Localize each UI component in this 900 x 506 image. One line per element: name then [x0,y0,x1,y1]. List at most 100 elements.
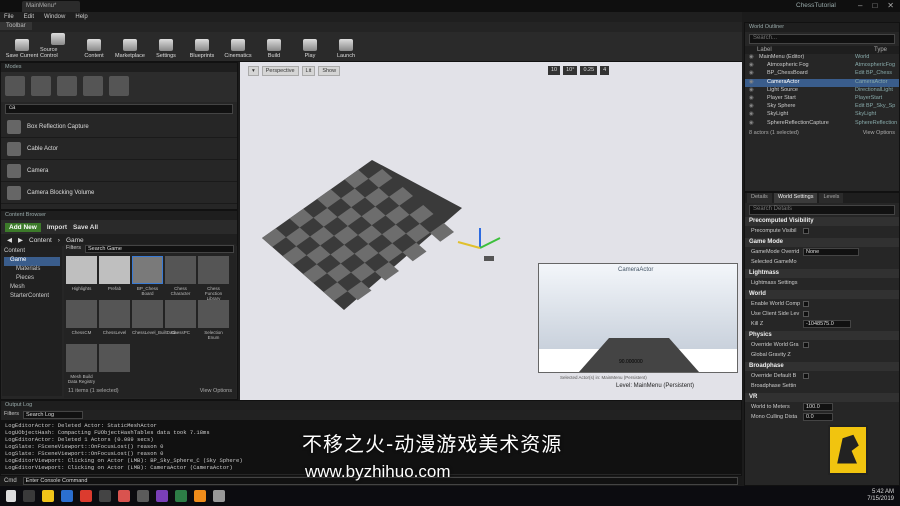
launch-button[interactable]: Launch [328,33,364,61]
add-new-button[interactable]: Add New [5,222,41,232]
precompute-checkbox[interactable] [803,228,809,234]
grid-snap-value[interactable]: 10 [548,66,561,75]
build-button[interactable]: Build [256,33,292,61]
gamemode-select[interactable]: None [803,248,859,256]
override-gravity-checkbox[interactable] [803,342,809,348]
tree-item[interactable]: Mesh [4,284,60,293]
place-mode-icon[interactable] [5,76,25,96]
asset-tile[interactable]: Highlights [66,256,97,298]
tab-output-log[interactable]: Output Log [1,401,741,410]
section-world[interactable]: World [745,290,899,299]
menu-help[interactable]: Help [75,12,87,22]
col-label[interactable]: Label [757,47,772,53]
maximize-button[interactable]: □ [872,0,877,12]
close-button[interactable]: ✕ [887,0,894,12]
outliner-row[interactable]: ◉ MainMenu (Editor) World [745,54,899,62]
tab-levels[interactable]: Levels [819,193,844,203]
visibility-eye-icon[interactable]: ◉ [749,87,759,95]
chess-board-mesh[interactable] [262,160,462,310]
place-item[interactable]: Camera Blocking Volume [1,182,237,204]
log-filters-button[interactable]: Filters [4,411,19,419]
asset-tile[interactable] [99,344,130,386]
forward-arrow-icon[interactable]: ▶ [18,236,23,244]
tab-world-settings[interactable]: World Settings [773,193,818,203]
visibility-eye-icon[interactable]: ◉ [749,120,759,128]
save-all-button[interactable]: Save All [73,224,98,231]
tree-item[interactable]: Materials [4,266,60,275]
asset-search-input[interactable]: Search Game [84,245,234,253]
outliner-view-options[interactable]: View Options [863,130,895,136]
geometry-mode-icon[interactable] [109,76,129,96]
outliner-row[interactable]: ◉ SphereReflectionCapture SphereReflection [745,120,899,128]
asset-tile[interactable]: Chess Character [165,256,196,298]
document-tab[interactable]: MainMenu* [22,1,80,12]
visibility-eye-icon[interactable]: ◉ [749,95,759,103]
log-search-input[interactable]: Search Log [22,411,83,419]
steam-icon[interactable] [99,490,111,502]
system-clock[interactable]: 5:42 AM 7/15/2019 [867,489,894,503]
visibility-eye-icon[interactable]: ◉ [749,79,759,87]
outliner-row[interactable]: ◉ Atmospheric Fog AtmosphericFog [745,62,899,70]
back-arrow-icon[interactable]: ◀ [7,236,12,244]
modes-search-input[interactable]: ca [5,104,233,114]
start-icon[interactable] [6,490,16,502]
cmd-selector[interactable]: Cmd [4,478,17,484]
landscape-mode-icon[interactable] [57,76,77,96]
asset-tile[interactable]: Prefab [99,256,130,298]
outliner-row[interactable]: ◉ Sky Sphere Edit BP_Sky_Sp [745,103,899,111]
asset-tile[interactable]: Chess Function Library [198,256,229,301]
world-composition-checkbox[interactable] [803,301,809,307]
breadcrumb-game[interactable]: Game [66,237,84,244]
chrome-icon[interactable] [80,490,92,502]
minimize-button[interactable]: – [858,0,862,12]
section-broadphase[interactable]: Broadphase [745,362,899,371]
tab-modes[interactable]: Modes [1,63,237,72]
outliner-search-input[interactable]: Search... [749,34,895,44]
property-row[interactable]: Lightmass Settings [745,278,899,288]
tree-item[interactable]: Content [4,248,60,257]
kill-z-input[interactable]: -1048575.0 [803,320,851,328]
outliner-row[interactable]: ◉ BP_ChessBoard Edit BP_Chess [745,70,899,78]
edge-icon[interactable] [61,490,73,502]
tab-world-outliner[interactable]: World Outliner [745,23,899,32]
asset-tile[interactable]: ChessLevel_BuiltData [132,300,176,342]
outliner-row[interactable]: ◉ SkyLight SkyLight [745,111,899,119]
paint-mode-icon[interactable] [31,76,51,96]
content-button[interactable]: Content [76,33,112,61]
visibility-eye-icon[interactable]: ◉ [749,54,759,62]
place-item[interactable]: Box Reflection Capture [1,116,237,138]
foliage-mode-icon[interactable] [83,76,103,96]
section-physics[interactable]: Physics [745,331,899,340]
asset-tile[interactable]: ChessPC [165,300,196,342]
menu-file[interactable]: File [4,12,14,22]
section-precomputed-visibility[interactable]: Precomputed Visibility [745,217,899,226]
save-current-button[interactable]: Save Current [4,33,40,61]
view-options-button[interactable]: View Options [200,388,232,394]
details-search-input[interactable]: Search Details [749,205,895,215]
visibility-eye-icon[interactable]: ◉ [749,70,759,78]
taskbar-app-icon[interactable] [194,490,206,502]
visibility-eye-icon[interactable]: ◉ [749,111,759,119]
tree-item[interactable]: StarterContent [4,293,60,302]
asset-tile[interactable]: ChessCM [66,300,97,342]
visibility-eye-icon[interactable]: ◉ [749,62,759,70]
blueprints-button[interactable]: Blueprints [184,33,220,61]
menu-edit[interactable]: Edit [24,12,34,22]
tab-content-browser[interactable]: Content Browser [1,211,237,220]
outliner-row[interactable]: ◉ Light Source DirectionalLight [745,87,899,95]
place-item[interactable]: Camera [1,160,237,182]
col-type[interactable]: Type [874,47,887,53]
place-item[interactable]: Cable Actor [1,138,237,160]
tree-item[interactable]: Game [4,257,60,266]
camera-speed-value[interactable]: 4 [600,66,610,75]
client-side-checkbox[interactable] [803,311,809,317]
tab-details[interactable]: Details [747,193,772,203]
perspective-button[interactable]: Perspective [261,66,299,76]
asset-tile[interactable]: ChessLevel [99,300,130,342]
asset-tile[interactable]: BP_Chess Board [132,256,163,298]
taskbar-app-icon[interactable] [156,490,168,502]
unreal-icon[interactable] [213,490,225,502]
section-vr[interactable]: VR [745,393,899,402]
lit-button[interactable]: Lit [301,66,316,76]
gizmo-x-axis[interactable] [457,241,481,249]
